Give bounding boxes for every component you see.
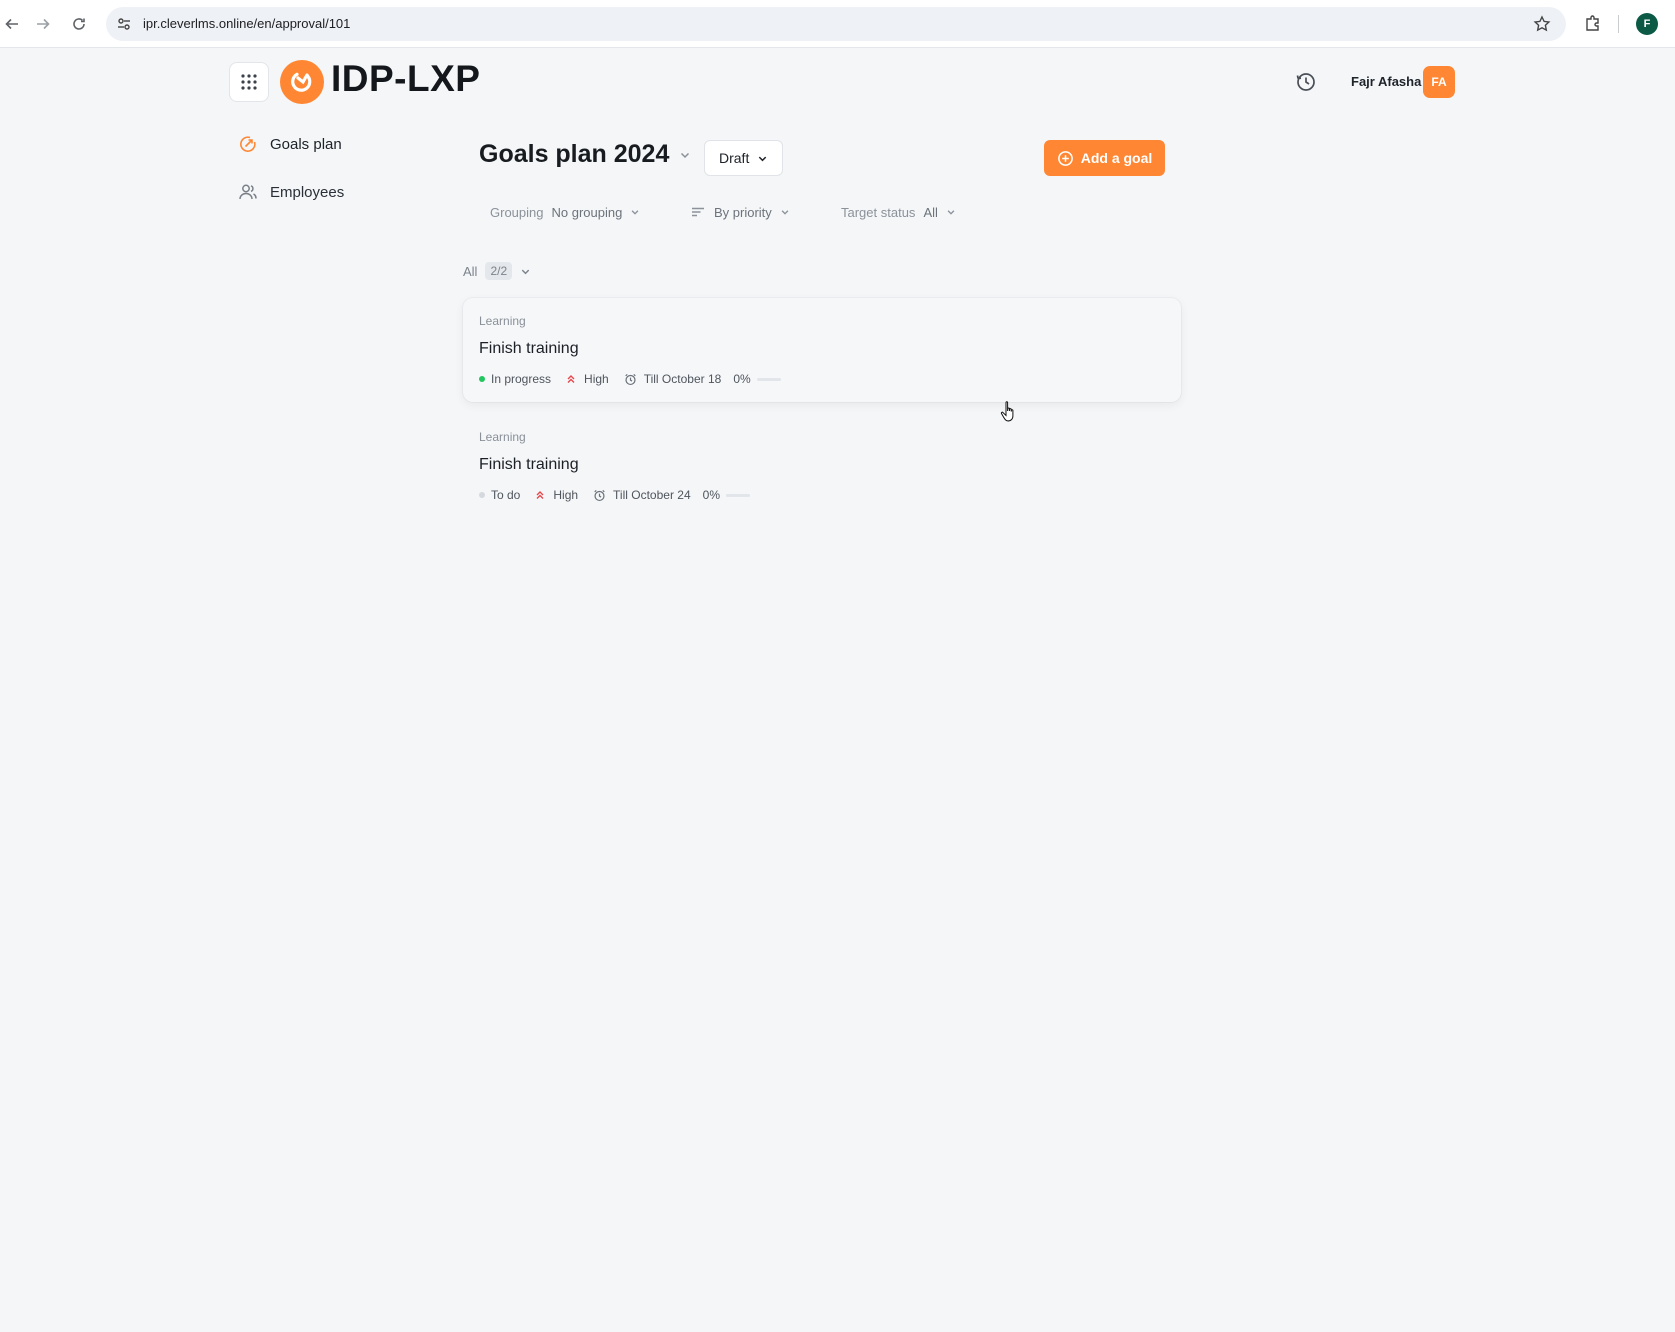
goal-progress-label: 0% xyxy=(702,488,720,502)
sidebar-item-goals-plan[interactable]: Goals plan xyxy=(238,132,342,156)
hand-cursor-icon xyxy=(1000,401,1014,422)
site-settings-icon[interactable] xyxy=(116,16,132,32)
status-dot-icon xyxy=(479,376,485,382)
add-goal-label: Add a goal xyxy=(1080,150,1153,166)
goal-progress-bar xyxy=(756,377,781,381)
goal-card[interactable]: Learning Finish training To do High Till… xyxy=(463,414,1181,518)
plus-circle-icon xyxy=(1057,150,1073,166)
user-name[interactable]: Fajr Afasha xyxy=(1351,74,1421,89)
browser-toolbar: ipr.cleverlms.online/en/approval/101 F xyxy=(0,0,1675,48)
goal-card[interactable]: Learning Finish training In progress Hig… xyxy=(463,298,1181,402)
goal-priority: High xyxy=(566,372,609,386)
grouping-filter-label: Grouping xyxy=(490,204,544,220)
app-launcher-button[interactable] xyxy=(229,62,269,102)
sidebar-item-label: Goals plan xyxy=(270,135,342,153)
goal-meta: To do High Till October 24 0% xyxy=(479,487,750,503)
page-title: Goals plan 2024 xyxy=(479,140,670,168)
goal-title[interactable]: Finish training xyxy=(479,340,579,358)
goal-priority-label: High xyxy=(553,488,579,502)
goal-priority: High xyxy=(535,488,578,502)
app-name[interactable]: IDP-LXP xyxy=(331,58,480,100)
goal-progress-bar xyxy=(725,493,750,497)
goal-deadline-label: Till October 18 xyxy=(643,372,722,386)
goal-status: In progress xyxy=(479,372,551,386)
chevron-down-icon xyxy=(947,210,955,215)
goal-category: Learning xyxy=(479,430,526,444)
reload-icon[interactable] xyxy=(67,12,91,36)
grouping-filter-value: No grouping xyxy=(551,204,623,220)
plan-status-label: Draft xyxy=(719,150,750,166)
alarm-clock-icon xyxy=(624,373,636,385)
goal-deadline: Till October 18 xyxy=(624,372,722,386)
priority-high-chevrons-icon xyxy=(567,375,575,383)
target-arrow-icon xyxy=(240,136,256,152)
sidebar-item-label: Employees xyxy=(270,183,345,201)
users-icon xyxy=(239,184,257,200)
goal-progress-label: 0% xyxy=(733,372,751,386)
goal-deadline: Till October 24 xyxy=(593,488,691,502)
priority-high-chevrons-icon xyxy=(536,491,544,499)
goal-meta: In progress High Till October 18 0% xyxy=(479,371,781,387)
sidebar-item-employees[interactable]: Employees xyxy=(238,180,344,204)
chevron-down-icon xyxy=(681,152,690,158)
extensions-puzzle-icon[interactable] xyxy=(1583,13,1603,33)
sort-filter[interactable]: By priority xyxy=(690,202,790,222)
goal-priority-label: High xyxy=(584,372,609,386)
history-icon[interactable] xyxy=(1294,70,1318,94)
back-icon[interactable] xyxy=(0,12,24,36)
grouping-filter[interactable]: Grouping No grouping xyxy=(490,202,640,222)
browser-profile-avatar[interactable]: F xyxy=(1636,13,1658,35)
group-label: All xyxy=(463,263,478,279)
user-avatar[interactable]: FA xyxy=(1423,66,1455,98)
address-bar[interactable]: ipr.cleverlms.online/en/approval/101 xyxy=(106,7,1566,41)
group-header-all[interactable]: All 2/2 xyxy=(463,260,531,282)
sort-filter-value: By priority xyxy=(714,204,772,220)
target-status-filter-value: All xyxy=(923,204,938,220)
target-status-filter-label: Target status xyxy=(841,204,916,220)
chevron-down-icon[interactable] xyxy=(520,266,531,277)
goal-deadline-label: Till October 24 xyxy=(613,488,691,502)
goal-category: Learning xyxy=(479,314,526,328)
goal-status: To do xyxy=(479,488,520,502)
grid-dots-icon xyxy=(241,74,257,90)
plan-status-dropdown[interactable]: Draft xyxy=(704,140,784,176)
sort-lines-icon xyxy=(692,207,704,217)
alarm-clock-icon xyxy=(594,489,605,501)
bookmark-star-icon[interactable] xyxy=(1533,15,1551,33)
group-count-badge: 2/2 xyxy=(485,262,513,280)
forward-icon[interactable] xyxy=(31,12,55,36)
chevron-down-icon xyxy=(759,156,767,161)
toolbar-divider xyxy=(1618,15,1619,33)
goal-status-label: To do xyxy=(491,488,521,502)
plan-title-dropdown[interactable]: Goals plan 2024 xyxy=(479,140,691,169)
status-dot-icon xyxy=(479,492,485,498)
url-text: ipr.cleverlms.online/en/approval/101 xyxy=(143,16,351,31)
chevron-down-icon xyxy=(781,210,789,215)
goal-title[interactable]: Finish training xyxy=(479,456,579,474)
add-goal-button[interactable]: Add a goal xyxy=(1044,140,1165,176)
target-status-filter[interactable]: Target status All xyxy=(841,202,956,222)
goal-status-label: In progress xyxy=(491,372,552,386)
app-logo-icon[interactable] xyxy=(280,60,324,104)
chevron-down-icon xyxy=(631,210,639,215)
